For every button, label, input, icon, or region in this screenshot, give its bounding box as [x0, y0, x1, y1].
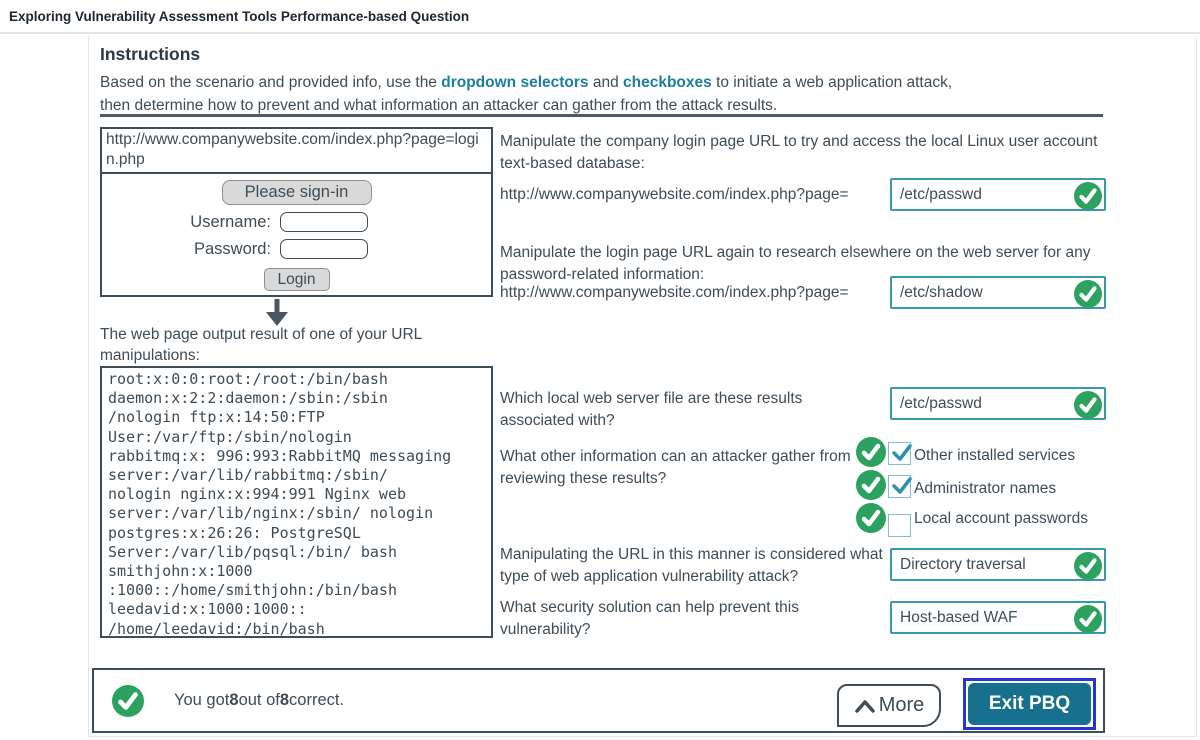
- page-title: Exploring Vulnerability Assessment Tools…: [9, 9, 469, 24]
- dropdown-selectors-keyword: dropdown selectors: [441, 74, 588, 91]
- question-1-url-prefix: http://www.companywebsite.com/index.php?…: [500, 178, 849, 211]
- instructions-text: Based on the scenario and provided info,…: [100, 71, 1020, 117]
- checkmark-circle-icon: [112, 685, 144, 717]
- question-2-url-prefix: http://www.companywebsite.com/index.php?…: [500, 276, 849, 309]
- question-3-text: Which local web server file are these re…: [500, 388, 860, 431]
- code-line: server:/var/lib/rabbitmq:/sbin/: [108, 466, 485, 485]
- output-caption: The web page output result of one of you…: [100, 324, 485, 366]
- checkboxes-keyword: checkboxes: [623, 74, 712, 91]
- code-line: root:x:0:0:root:/root:/bin/bash: [108, 370, 485, 389]
- code-line: smithjohn:x:1000: [108, 562, 485, 581]
- checkmark-circle-icon: [1074, 605, 1102, 633]
- question-5-dropdown[interactable]: Directory traversal: [890, 548, 1106, 581]
- option-checkbox-administrator-names[interactable]: [888, 475, 911, 498]
- section-divider: [100, 114, 1103, 117]
- intro-suffix: to initiate a web application attack,: [712, 74, 952, 91]
- code-line: Server:/var/lib/pqsql:/bin/ bash: [108, 543, 485, 562]
- checkmark-circle-icon: [1074, 280, 1102, 308]
- code-line: leedavid:x:1000:1000::: [108, 600, 485, 619]
- question-4-text: What other information can an attacker g…: [500, 446, 870, 489]
- instructions-heading: Instructions: [100, 44, 200, 65]
- score-text: You got 8 out of 8 correct.: [174, 670, 344, 731]
- window-titlebar: Exploring Vulnerability Assessment Tools…: [0, 0, 1200, 34]
- score-suffix: correct.: [289, 691, 344, 710]
- login-button[interactable]: Login: [264, 268, 330, 291]
- code-line: :1000::/home/smithjohn:/bin/bash: [108, 581, 485, 600]
- question-5-text: Manipulating the URL in this manner is c…: [500, 544, 900, 587]
- option-label: Administrator names: [914, 478, 1056, 499]
- question-6-text: What security solution can help prevent …: [500, 597, 860, 640]
- code-line: User:/var/ftp:/sbin/nologin: [108, 428, 485, 447]
- question-6-answer: Host-based WAF: [900, 609, 1017, 626]
- score-value: 8: [229, 691, 238, 710]
- code-line: daemon:x:2:2:daemon:/sbin:/sbin: [108, 389, 485, 408]
- question-1-dropdown[interactable]: /etc/passwd: [890, 178, 1106, 211]
- option-label: Other installed services: [914, 445, 1075, 466]
- username-field[interactable]: [280, 212, 368, 232]
- passwd-output-panel: root:x:0:0:root:/root:/bin/bash daemon:x…: [100, 366, 493, 638]
- checkmark-circle-icon: [1074, 391, 1102, 419]
- score-prefix: You got: [174, 691, 229, 710]
- score-mid: out of: [239, 691, 280, 710]
- exit-pbq-button[interactable]: Exit PBQ: [968, 683, 1091, 725]
- code-line: postgres:x:26:26: PostgreSQL: [108, 524, 485, 543]
- intro-prefix: Based on the scenario and provided info,…: [100, 74, 441, 91]
- username-label: Username:: [102, 213, 280, 232]
- code-line: nologin nginx:x:994:991 Nginx web: [108, 485, 485, 504]
- option-checkbox-local-account-passwords[interactable]: [888, 514, 911, 537]
- code-line: rabbitmq:x: 996:993:RabbitMQ messaging: [108, 447, 485, 466]
- more-button[interactable]: More: [837, 684, 941, 727]
- score-total: 8: [280, 691, 289, 710]
- exit-pbq-focus-ring: Exit PBQ: [963, 678, 1096, 730]
- question-1-answer: /etc/passwd: [900, 186, 982, 203]
- checkmark-circle-icon: [1074, 182, 1102, 210]
- checkmark-circle-icon: [856, 503, 886, 533]
- question-2-dropdown[interactable]: /etc/shadow: [890, 276, 1106, 309]
- more-button-label: More: [879, 694, 925, 717]
- question-1-text: Manipulate the company login page URL to…: [500, 131, 1100, 174]
- result-bar: You got 8 out of 8 correct. More Exit PB…: [92, 668, 1105, 733]
- password-label: Password:: [102, 240, 280, 259]
- login-page-url: http://www.companywebsite.com/index.php?…: [102, 129, 491, 174]
- please-sign-in-banner: Please sign-in: [222, 180, 372, 205]
- option-label: Local account passwords: [914, 508, 1088, 529]
- question-3-answer: /etc/passwd: [900, 395, 982, 412]
- question-3-dropdown[interactable]: /etc/passwd: [890, 387, 1106, 420]
- code-line: /home/leedavid:/bin/bash: [108, 620, 485, 639]
- question-5-answer: Directory traversal: [900, 556, 1026, 573]
- code-line: /nologin ftp:x:14:50:FTP: [108, 408, 485, 427]
- checkmark-circle-icon: [1074, 552, 1102, 580]
- checkmark-circle-icon: [856, 437, 886, 467]
- mock-login-page: http://www.companywebsite.com/index.php?…: [100, 127, 493, 297]
- checkmark-circle-icon: [856, 470, 886, 500]
- password-field[interactable]: [280, 239, 368, 259]
- question-2-answer: /etc/shadow: [900, 284, 983, 301]
- option-checkbox-other-installed-services[interactable]: [888, 442, 911, 465]
- intro-mid: and: [589, 74, 623, 91]
- chevron-up-icon: [854, 698, 876, 714]
- question-6-dropdown[interactable]: Host-based WAF: [890, 601, 1106, 634]
- code-line: server:/var/lib/nginx:/sbin/ nologin: [108, 504, 485, 523]
